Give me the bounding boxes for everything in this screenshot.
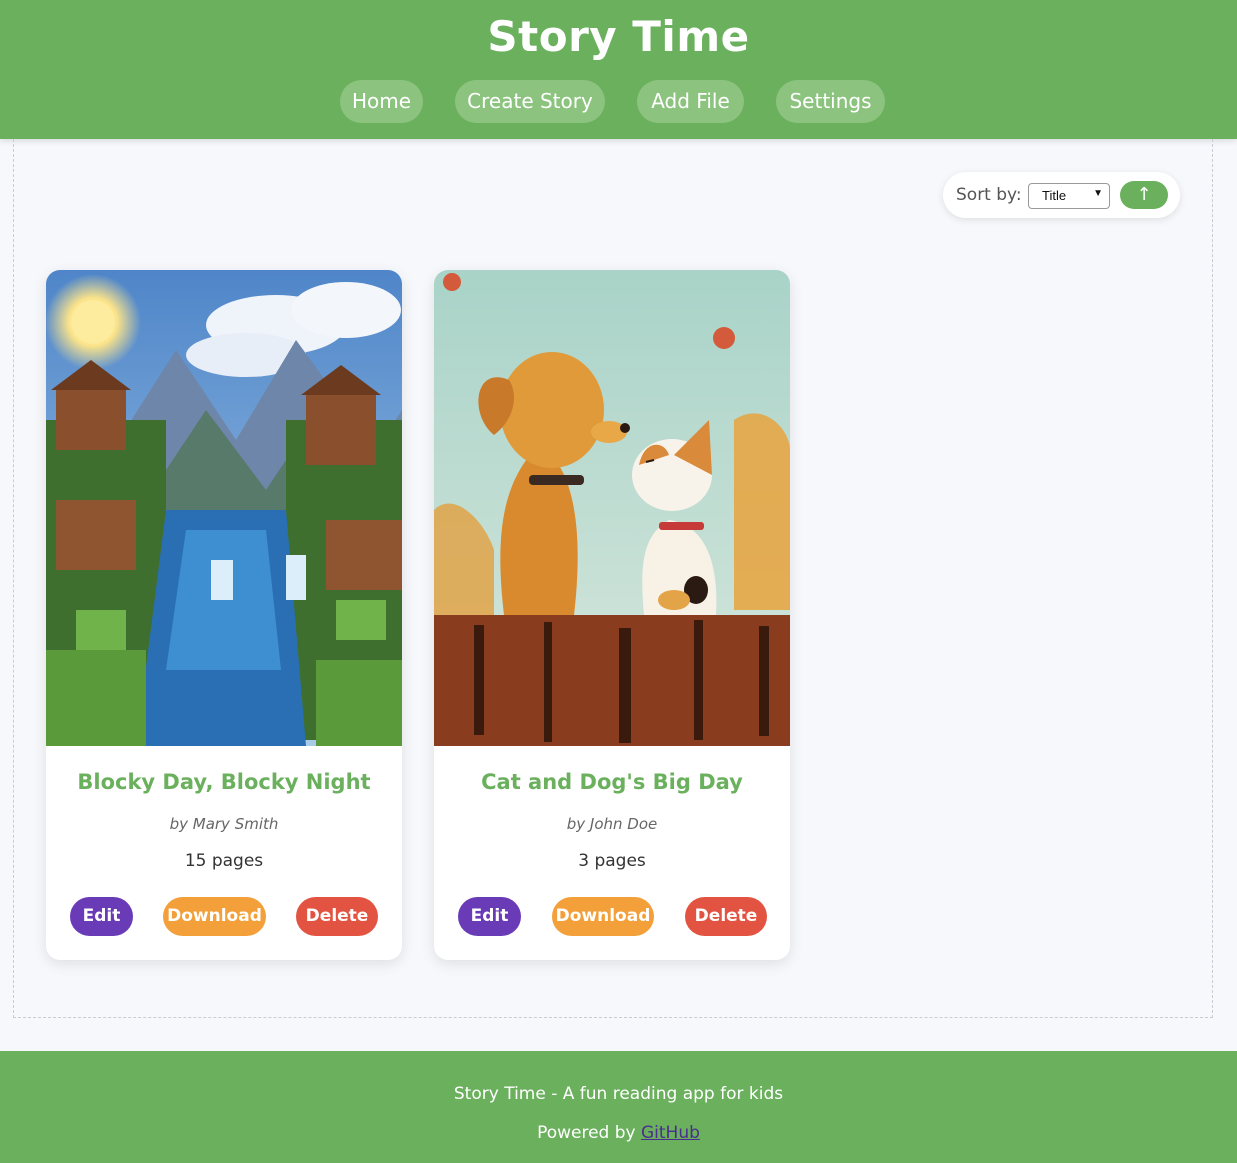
github-link[interactable]: GitHub: [641, 1123, 700, 1143]
story-cover-image: [434, 270, 790, 746]
story-author: by Mary Smith: [169, 815, 279, 833]
story-card: Cat and Dog's Big Day by John Doe 3 page…: [434, 270, 790, 960]
app-title: Story Time: [487, 12, 750, 61]
edit-button[interactable]: Edit: [70, 897, 133, 936]
sort-select[interactable]: Title ▼: [1028, 183, 1110, 209]
footer-powered-prefix: Powered by: [537, 1123, 641, 1143]
nav-home-button[interactable]: Home: [340, 80, 423, 123]
edit-button[interactable]: Edit: [458, 897, 521, 936]
nav-create-story-button[interactable]: Create Story: [455, 80, 605, 123]
main-nav: Home Create Story Add File Settings: [0, 80, 1237, 123]
story-page-count: 15 pages: [184, 851, 264, 871]
story-page-count: 3 pages: [578, 851, 646, 871]
app-header: Story Time Home Create Story Add File Se…: [0, 0, 1237, 139]
story-title: Cat and Dog's Big Day: [481, 770, 743, 794]
story-cover-image: [46, 270, 402, 746]
delete-button[interactable]: Delete: [296, 897, 378, 936]
arrow-up-icon: ↑: [1136, 184, 1152, 205]
sort-select-value: Title: [1042, 188, 1067, 203]
app-footer: Story Time - A fun reading app for kids …: [0, 1051, 1237, 1163]
chevron-down-icon: ▼: [1093, 188, 1103, 199]
download-button[interactable]: Download: [552, 897, 654, 936]
nav-settings-button[interactable]: Settings: [776, 80, 885, 123]
story-author: by John Doe: [566, 815, 658, 833]
download-button[interactable]: Download: [163, 897, 266, 936]
footer-tagline: Story Time - A fun reading app for kids: [453, 1084, 784, 1104]
sort-control: Sort by: Title ▼ ↑: [943, 172, 1180, 218]
sort-label: Sort by:: [956, 185, 1022, 205]
story-title: Blocky Day, Blocky Night: [77, 770, 371, 794]
footer-powered-by: Powered by GitHub: [0, 1123, 1237, 1143]
delete-button[interactable]: Delete: [685, 897, 767, 936]
sort-order-button[interactable]: ↑: [1120, 181, 1168, 209]
story-card: Blocky Day, Blocky Night by Mary Smith 1…: [46, 270, 402, 960]
nav-add-file-button[interactable]: Add File: [637, 80, 744, 123]
